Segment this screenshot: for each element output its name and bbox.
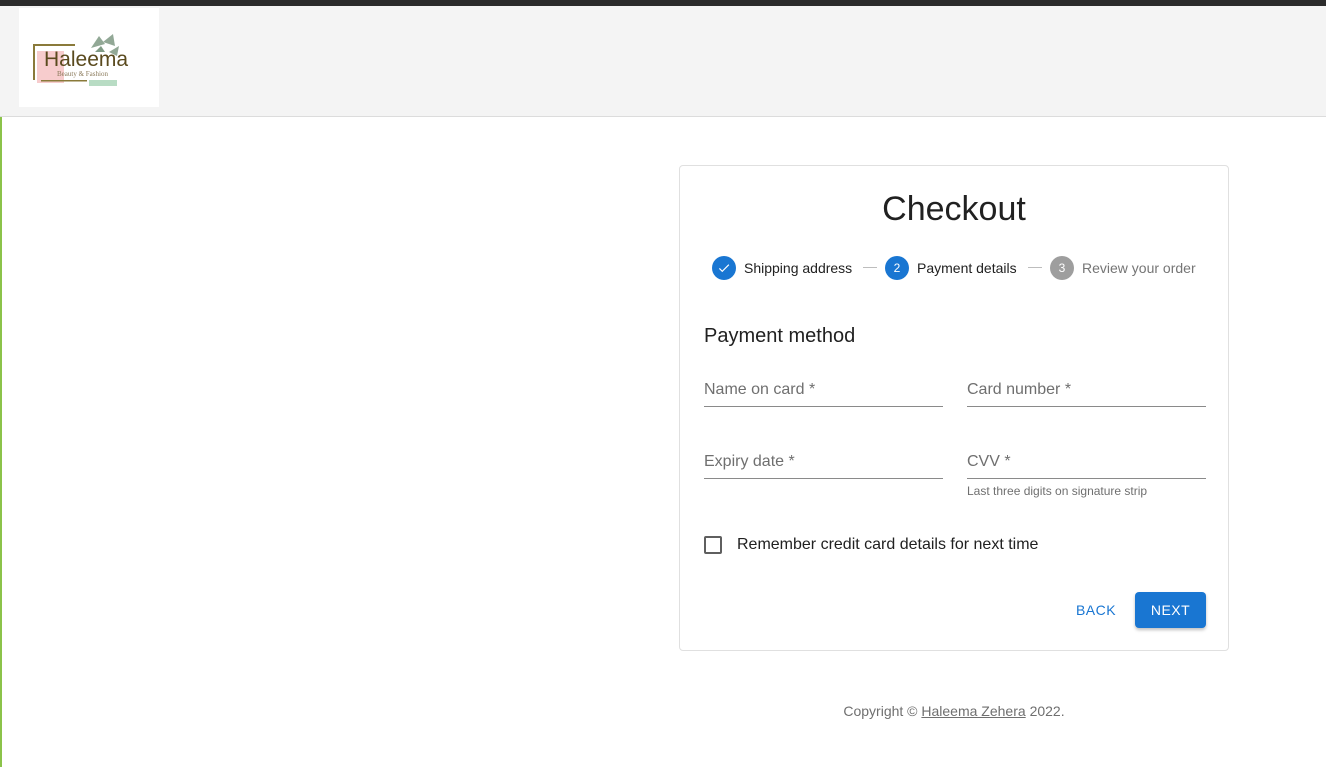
checkout-stepper: Shipping address 2 Payment details 3 Rev…: [712, 256, 1212, 280]
field-label: CVV *: [967, 453, 1011, 470]
svg-text:Haleema: Haleema: [44, 48, 128, 71]
author-link[interactable]: Haleema Zehera: [921, 703, 1025, 719]
field-underline: [704, 478, 943, 479]
name-on-card-field[interactable]: Name on card *: [704, 373, 943, 417]
remember-card-label[interactable]: Remember credit card details for next ti…: [737, 536, 1038, 554]
field-underline: [967, 478, 1206, 479]
field-label: Expiry date *: [704, 453, 795, 470]
next-button[interactable]: NEXT: [1135, 592, 1206, 628]
step-number: 3: [1050, 256, 1074, 280]
section-title: Payment method: [704, 325, 856, 347]
cvv-helper-text: Last three digits on signature strip: [967, 484, 1148, 498]
step-payment-details: 2 Payment details: [885, 256, 1017, 280]
step-label: Shipping address: [744, 260, 853, 276]
left-accent-line: [0, 117, 2, 767]
field-underline: [704, 406, 943, 407]
svg-text:Beauty & Fashion: Beauty & Fashion: [57, 70, 108, 78]
step-shipping-address: Shipping address: [712, 256, 852, 280]
remember-card-checkbox[interactable]: [704, 536, 722, 554]
checkout-card: Checkout Shipping address 2 Payment deta…: [679, 165, 1229, 651]
step-number: 2: [885, 256, 909, 280]
step-label: Review your order: [1082, 260, 1196, 276]
app-bar: Haleema Beauty & Fashion: [0, 6, 1326, 117]
brand-logo[interactable]: Haleema Beauty & Fashion: [19, 8, 159, 107]
copyright-prefix: Copyright ©: [843, 703, 918, 719]
cvv-field[interactable]: CVV *: [967, 445, 1206, 489]
step-connector: [863, 267, 877, 268]
step-review-order: 3 Review your order: [1050, 256, 1196, 280]
copyright-year: 2022.: [1029, 703, 1065, 719]
copyright-footer: Copyright © Haleema Zehera 2022.: [679, 703, 1229, 719]
field-underline: [967, 406, 1206, 407]
card-number-field[interactable]: Card number *: [967, 373, 1206, 417]
field-label: Name on card *: [704, 381, 816, 398]
logo-graphic: Haleema Beauty & Fashion: [33, 34, 128, 86]
check-icon: [712, 256, 736, 280]
expiry-date-field[interactable]: Expiry date *: [704, 445, 943, 489]
field-label: Card number *: [967, 381, 1072, 398]
step-connector: [1028, 267, 1042, 268]
remember-card-option[interactable]: Remember credit card details for next ti…: [704, 536, 1038, 554]
step-label: Payment details: [917, 260, 1017, 276]
back-button[interactable]: BACK: [1066, 592, 1126, 628]
page-title: Checkout: [882, 190, 1026, 228]
